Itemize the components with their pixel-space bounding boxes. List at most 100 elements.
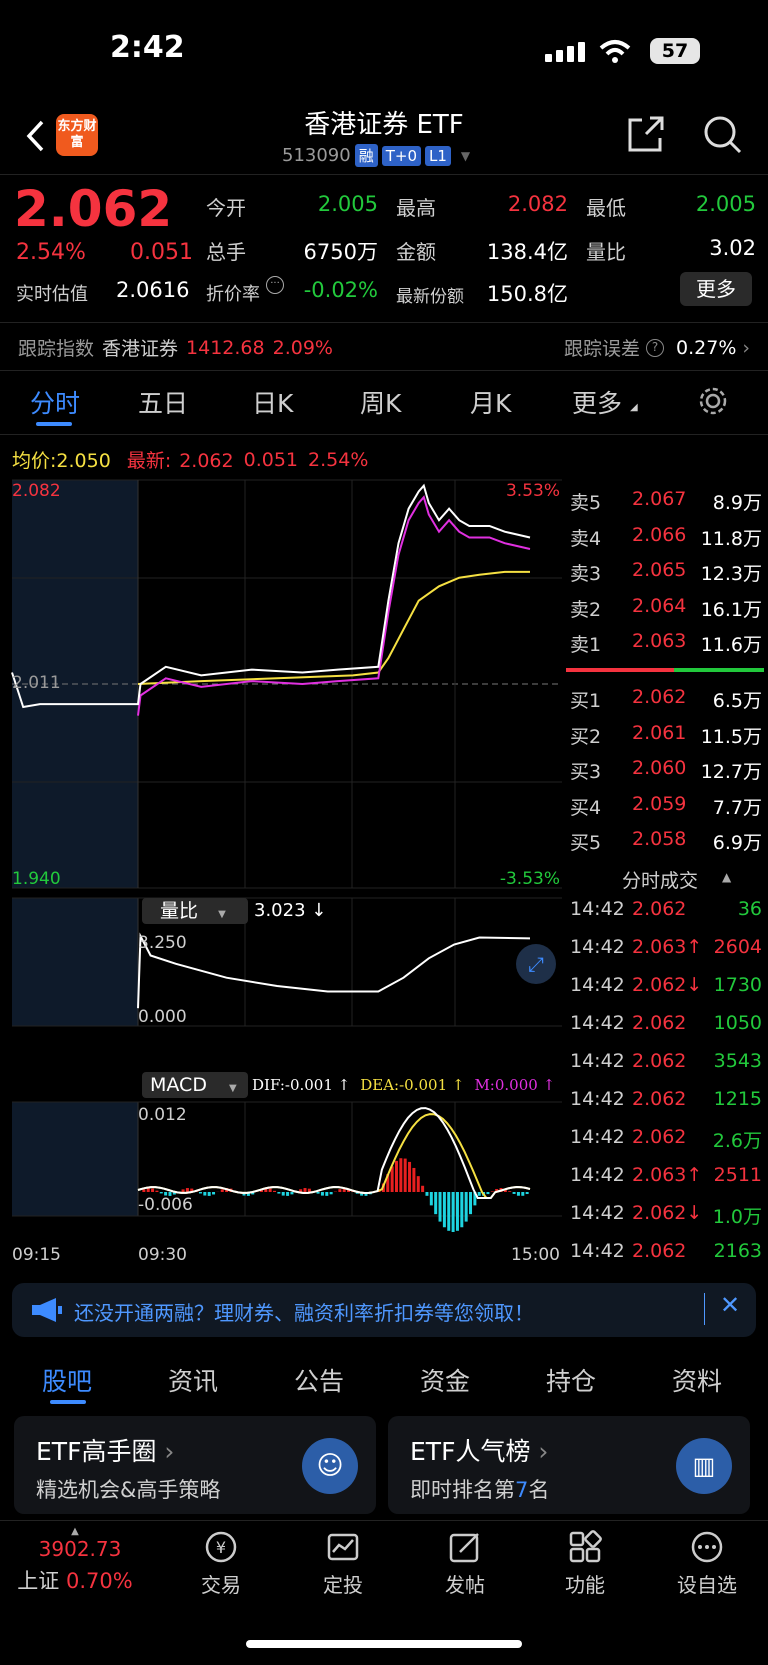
more-triangle-icon: ◢ <box>630 402 638 413</box>
macd-bar <box>442 1192 446 1228</box>
search-icon[interactable] <box>702 114 744 156</box>
ob-volume: 6.9万 <box>712 832 762 854</box>
caret-up-icon: ▲ <box>722 870 732 884</box>
intraday-chart[interactable]: 2.082 2.011 1.940 3.53% -3.53% 3.250 0.0… <box>0 474 562 1274</box>
trade-price: 2.063↑ <box>632 1164 703 1186</box>
nav-trade[interactable]: ¥ 交易 <box>166 1530 276 1598</box>
nav-functions[interactable]: 功能 <box>530 1530 640 1598</box>
status-time: 2:42 <box>110 30 185 65</box>
ob-volume: 12.7万 <box>700 761 762 783</box>
trade-time: 14:42 <box>570 1050 625 1072</box>
track-index-row[interactable]: 跟踪指数 香港证券 1412.68 2.09% <box>18 334 333 361</box>
tab-news[interactable]: 资讯 <box>168 1362 218 1398</box>
macd-dea: DEA:-0.001 ↑ <box>360 1076 465 1094</box>
tab-day-k[interactable]: 日K <box>252 384 293 420</box>
avg-label: 均价: <box>12 450 57 472</box>
macd-bar <box>460 1192 464 1228</box>
tab-profile[interactable]: 资料 <box>672 1362 722 1398</box>
tab-month-k[interactable]: 月K <box>470 384 511 420</box>
promo-banner[interactable]: 还没开通两融？理财券、融资利率折扣券等您领取！ ✕ <box>12 1283 756 1337</box>
macd-indicator-name: MACD <box>150 1074 207 1096</box>
nav-invest[interactable]: 定投 <box>288 1530 398 1598</box>
macd-bar <box>516 1192 520 1196</box>
last-price: 2.062 <box>14 180 173 238</box>
index-pct: 0.70% <box>65 1569 133 1593</box>
indicator-name: 量比 <box>160 900 199 922</box>
trades-title[interactable]: 分时成交 <box>622 866 698 893</box>
avg-price-line <box>137 570 530 685</box>
nav-add-watchlist[interactable]: 设自选 <box>652 1530 762 1598</box>
card-etf-ranking[interactable]: ETF人气榜 › 即时排名第7名 ▥ <box>388 1416 750 1514</box>
ob-label: 买4 <box>570 796 602 819</box>
macd-bar <box>268 1188 272 1192</box>
track-error-row[interactable]: 跟踪误差 ? 0.27% › <box>564 334 750 361</box>
low-value: 2.005 <box>695 192 756 216</box>
nav-index[interactable]: ▲ 3902.73 上证 0.70% <box>0 1526 150 1595</box>
macd-bar <box>320 1192 324 1196</box>
ob-label: 卖3 <box>570 563 602 585</box>
premarket-shade-3 <box>12 1102 138 1216</box>
wifi-icon <box>599 40 631 63</box>
chart-info-line: 均价:2.050 最新: 2.062 0.051 2.54% <box>12 446 368 473</box>
macd-bar <box>464 1192 468 1222</box>
volume-ratio-line <box>137 932 531 1009</box>
settings-gear-icon[interactable] <box>698 386 728 416</box>
ob-price: 2.067 <box>632 488 687 510</box>
trade-volume: 1730 <box>713 974 762 996</box>
macd-top-label: 0.012 <box>138 1105 187 1125</box>
trade-price: 2.062 <box>632 1240 687 1262</box>
latest-change: 0.051 <box>243 448 299 471</box>
macd-bars <box>137 1107 531 1232</box>
tag-margin: 融 <box>354 144 378 167</box>
tab-more[interactable]: 更多 <box>572 384 622 420</box>
share-icon[interactable] <box>626 114 666 154</box>
expand-icon[interactable]: ⤢ <box>516 944 556 984</box>
grid-icon <box>569 1530 602 1563</box>
macd-bar <box>142 1189 146 1192</box>
security-code-line[interactable]: 513090 融 T+0 L1 ▼ <box>282 144 470 167</box>
premarket-shade-2 <box>12 898 138 1026</box>
macd-bar <box>155 1190 159 1192</box>
macd-selector[interactable]: MACD ▼ <box>142 1072 248 1098</box>
track-index-label: 跟踪指数 <box>18 338 95 360</box>
volume-ratio-line <box>137 932 531 1009</box>
share-label: 最新份额 <box>396 287 464 307</box>
tab-forum[interactable]: 股吧 <box>42 1362 92 1398</box>
y-top-label: 2.082 <box>12 481 61 501</box>
ob-price: 2.066 <box>632 523 687 546</box>
edit-icon <box>449 1533 479 1563</box>
volume-ratio-selector[interactable]: 量比 ▼ <box>142 898 248 924</box>
tab-funds[interactable]: 资金 <box>420 1362 470 1398</box>
close-icon[interactable]: ✕ <box>720 1291 740 1319</box>
macd-bar <box>399 1158 403 1192</box>
macd-bar <box>203 1192 207 1196</box>
tab-intraday[interactable]: 分时 <box>30 384 80 420</box>
more-info-icon[interactable]: ··· <box>266 276 284 294</box>
ob-label: 买1 <box>570 690 602 712</box>
macd-bar <box>447 1192 451 1231</box>
ob-price: 2.063 <box>632 630 687 652</box>
card-etf-experts[interactable]: ETF高手圈 › 精选机会&高手策略 ☺ <box>14 1416 376 1514</box>
trade-price: 2.062 <box>632 1126 687 1148</box>
y-bottom-label: 1.940 <box>12 869 61 889</box>
tag-level: L1 <box>425 145 451 166</box>
svg-text:¥: ¥ <box>216 1538 226 1557</box>
tab-week-k[interactable]: 周K <box>360 384 401 420</box>
est-label: 实时估值 <box>16 284 88 305</box>
more-button[interactable]: 更多 <box>680 272 752 306</box>
caret-up-icon: ▲ <box>71 1526 79 1537</box>
tab-announcements[interactable]: 公告 <box>294 1362 344 1398</box>
nav-estimate-line <box>137 495 531 716</box>
vol-ratio-value: 3.02 <box>709 236 756 260</box>
track-index-value: 1412.68 <box>186 336 265 359</box>
vol-ratio-label: 量比 <box>586 240 626 264</box>
macd-bar <box>469 1192 473 1215</box>
tab-holdings[interactable]: 持仓 <box>546 1362 596 1398</box>
high-value: 2.082 <box>507 192 568 216</box>
open-value: 2.005 <box>317 192 378 216</box>
macd-bar <box>207 1192 211 1196</box>
tab-five-day[interactable]: 五日 <box>138 384 188 420</box>
macd-bar <box>512 1192 516 1194</box>
nav-post[interactable]: 发帖 <box>410 1530 520 1598</box>
cellular-signal-icon <box>545 42 585 62</box>
